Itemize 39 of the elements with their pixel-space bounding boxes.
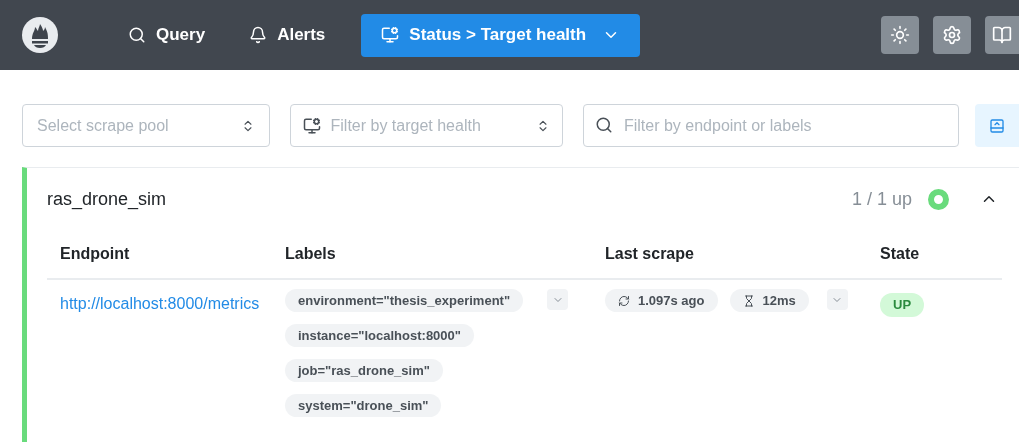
up-count: 1 / 1 up <box>851 187 912 211</box>
bell-icon <box>249 26 268 44</box>
settings-icon <box>942 25 962 45</box>
status-ring-icon <box>928 188 949 210</box>
search-icon <box>594 116 613 134</box>
hourglass-icon <box>742 294 755 307</box>
nav-link[interactable]: Status > Target health <box>361 13 641 57</box>
monitor-icon <box>302 116 321 135</box>
nav-link[interactable]: Alerts <box>229 13 346 57</box>
search-field[interactable]: Filter by endpoint or labels <box>582 104 960 147</box>
expand-labels-button[interactable] <box>547 289 569 310</box>
column-header: State <box>880 245 920 262</box>
search-icon <box>128 26 146 44</box>
settings-button[interactable] <box>933 16 971 54</box>
column-header: Labels <box>285 245 336 262</box>
duration-badge: 12ms <box>729 289 809 312</box>
book-icon <box>992 25 1012 45</box>
label-badge: system="drone_sim" <box>285 394 442 417</box>
health-filter-select[interactable]: Filter by target health <box>289 104 563 147</box>
nav-link[interactable]: Query <box>108 13 226 57</box>
label-badge: instance="localhost:8000" <box>285 324 474 347</box>
sun-icon <box>890 25 910 45</box>
expand-scrape-button[interactable] <box>826 289 848 310</box>
endpoint-link[interactable]: http://localhost:8000/metrics <box>60 295 260 312</box>
last-scrape-badge: 1.097s ago <box>605 289 718 312</box>
scrape-pool-select[interactable]: Select scrape pool <box>22 104 270 147</box>
docs-button[interactable] <box>985 16 1019 54</box>
collapse-all-button[interactable] <box>975 104 1019 147</box>
panel-icon <box>989 117 1006 134</box>
label-badge: job="ras_drone_sim" <box>285 359 443 382</box>
theme-button[interactable] <box>881 16 919 54</box>
pool-name: ras_drone_sim <box>47 187 168 212</box>
flame-logo-icon[interactable] <box>22 17 58 53</box>
refresh-icon <box>618 294 630 307</box>
label-badge: environment="thesis_experiment" <box>285 289 524 312</box>
state-badge: UP <box>880 292 925 317</box>
column-header: Last scrape <box>605 245 694 262</box>
monitor-icon <box>381 26 400 44</box>
column-header: Endpoint <box>60 245 130 262</box>
